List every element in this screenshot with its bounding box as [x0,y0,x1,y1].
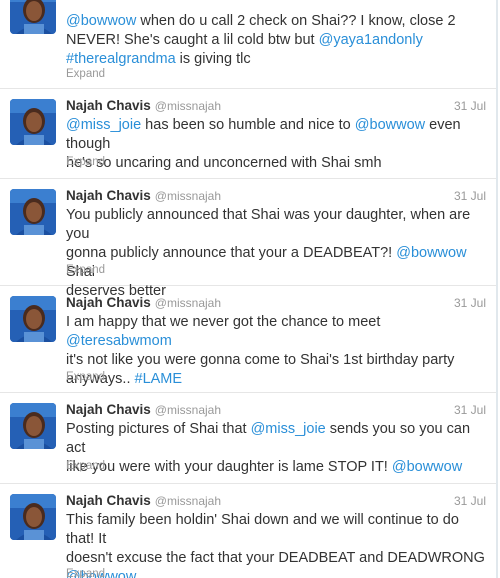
tweet-date[interactable]: 31 Jul [454,401,486,419]
avatar[interactable] [10,403,56,449]
tweet-line: gonna publicly announce that your a DEAD… [66,244,490,282]
avatar[interactable] [10,0,56,34]
tweet-text: @bowwow when do u call 2 check on Shai??… [66,12,490,69]
tweet-text-segment: I am happy that we never got the chance … [66,314,381,330]
author-handle[interactable]: @missnajah [155,403,221,417]
expand-link[interactable]: Expand [66,371,105,383]
author-handle[interactable]: @missnajah [155,296,221,310]
author-handle[interactable]: @missnajah [155,189,221,203]
tweet-item[interactable]: Najah Chavis @missnajah 31 Jul @miss_joie… [0,89,496,179]
mention-link[interactable]: @bowwow [66,13,136,29]
tweet-header: Najah Chavis @missnajah 31 Jul [66,187,486,205]
tweet-timeline: @bowwow when do u call 2 check on Shai??… [0,0,498,578]
avatar[interactable] [10,189,56,235]
tweet-date[interactable]: 31 Jul [454,492,486,510]
avatar[interactable] [10,99,56,145]
tweet-text-segment: he's so uncaring and unconcerned with Sh… [66,155,382,171]
tweet-text-segment: This family been holdin' Shai down and w… [66,512,459,547]
tweet-text-segment: is giving tlc [175,51,251,67]
tweet-line: NEVER! She's caught a lil cold btw but @… [66,31,490,50]
tweet-line: You publicly announced that Shai was you… [66,206,490,244]
tweet-line: he's so uncaring and unconcerned with Sh… [66,154,490,173]
tweet-header: Najah Chavis @missnajah 31 Jul [66,97,486,115]
tweet-text-segment: doesn't excuse the fact that your DEADBE… [66,550,485,566]
tweet-line: doesn't excuse the fact that your DEADBE… [66,549,490,568]
tweet-line: #therealgrandma is giving tlc [66,50,490,69]
expand-link[interactable]: Expand [66,264,105,276]
expand-link[interactable]: Expand [66,568,105,578]
tweet-text-segment: like you were with your daughter is lame… [66,459,392,475]
author-name[interactable]: Najah Chavis [66,295,151,310]
tweet-text: Posting pictures of Shai that @miss_joie… [66,420,490,477]
author-name[interactable]: Najah Chavis [66,188,151,203]
tweet-line: anyways.. #LAME [66,370,490,389]
tweet-date[interactable]: 31 Jul [454,97,486,115]
mention-link[interactable]: @teresabwmom [66,333,172,349]
tweet-date[interactable]: 31 Jul [454,187,486,205]
mention-link[interactable]: @bowwow [355,117,425,133]
expand-link[interactable]: Expand [66,68,105,80]
mention-link[interactable]: @miss_joie [251,421,326,437]
tweet-text: I am happy that we never got the chance … [66,313,490,389]
tweet-text-segment: it's not like you were gonna come to Sha… [66,352,455,368]
tweet-item[interactable]: Najah Chavis @missnajah 31 Jul You public… [0,179,496,299]
author-handle[interactable]: @missnajah [155,494,221,508]
tweet-line: @bowwow when do u call 2 check on Shai??… [66,12,490,31]
hashtag-link[interactable]: #LAME [135,371,183,387]
tweet-item[interactable]: @bowwow when do u call 2 check on Shai??… [0,0,496,89]
author-name[interactable]: Najah Chavis [66,98,151,113]
mention-link[interactable]: @bowwow [392,459,462,475]
tweet-item[interactable]: Najah Chavis @missnajah 31 Jul This famil… [0,484,496,578]
tweet-text-segment: Posting pictures of Shai that [66,421,251,437]
expand-link[interactable]: Expand [66,460,105,472]
tweet-line: @bowwow [66,568,490,578]
tweet-text-segment: has been so humble and nice to [141,117,355,133]
tweet-date[interactable]: 31 Jul [454,294,486,312]
tweet-text: This family been holdin' Shai down and w… [66,511,490,578]
tweet-line: like you were with your daughter is lame… [66,458,490,477]
tweet-text-segment: when do u call 2 check on Shai?? I know,… [136,13,456,29]
tweet-header: Najah Chavis @missnajah 31 Jul [66,492,486,510]
tweet-line: @miss_joie has been so humble and nice t… [66,116,490,154]
mention-link[interactable]: @yaya1andonly [319,32,423,48]
hashtag-link[interactable]: #therealgrandma [66,51,176,67]
tweet-text: @miss_joie has been so humble and nice t… [66,116,490,173]
mention-link[interactable]: @bowwow [396,245,466,261]
tweet-line: I am happy that we never got the chance … [66,313,490,351]
tweet-line: This family been holdin' Shai down and w… [66,511,490,549]
author-handle[interactable]: @missnajah [155,99,221,113]
avatar[interactable] [10,494,56,540]
tweet-line: it's not like you were gonna come to Sha… [66,351,490,370]
tweet-line: Posting pictures of Shai that @miss_joie… [66,420,490,458]
tweet-header: Najah Chavis @missnajah 31 Jul [66,294,486,312]
mention-link[interactable]: @miss_joie [66,117,141,133]
author-name[interactable]: Najah Chavis [66,402,151,417]
author-name[interactable]: Najah Chavis [66,493,151,508]
tweet-item[interactable]: Najah Chavis @missnajah 31 Jul Posting pi… [0,393,496,484]
tweet-text-segment: gonna publicly announce that your a DEAD… [66,245,397,261]
tweet-header: Najah Chavis @missnajah 31 Jul [66,401,486,419]
tweet-text-segment: You publicly announced that Shai was you… [66,207,471,242]
avatar[interactable] [10,296,56,342]
tweet-text-segment: NEVER! She's caught a lil cold btw but [66,32,319,48]
expand-link[interactable]: Expand [66,156,105,168]
tweet-item[interactable]: Najah Chavis @missnajah 31 Jul I am happy… [0,286,496,393]
